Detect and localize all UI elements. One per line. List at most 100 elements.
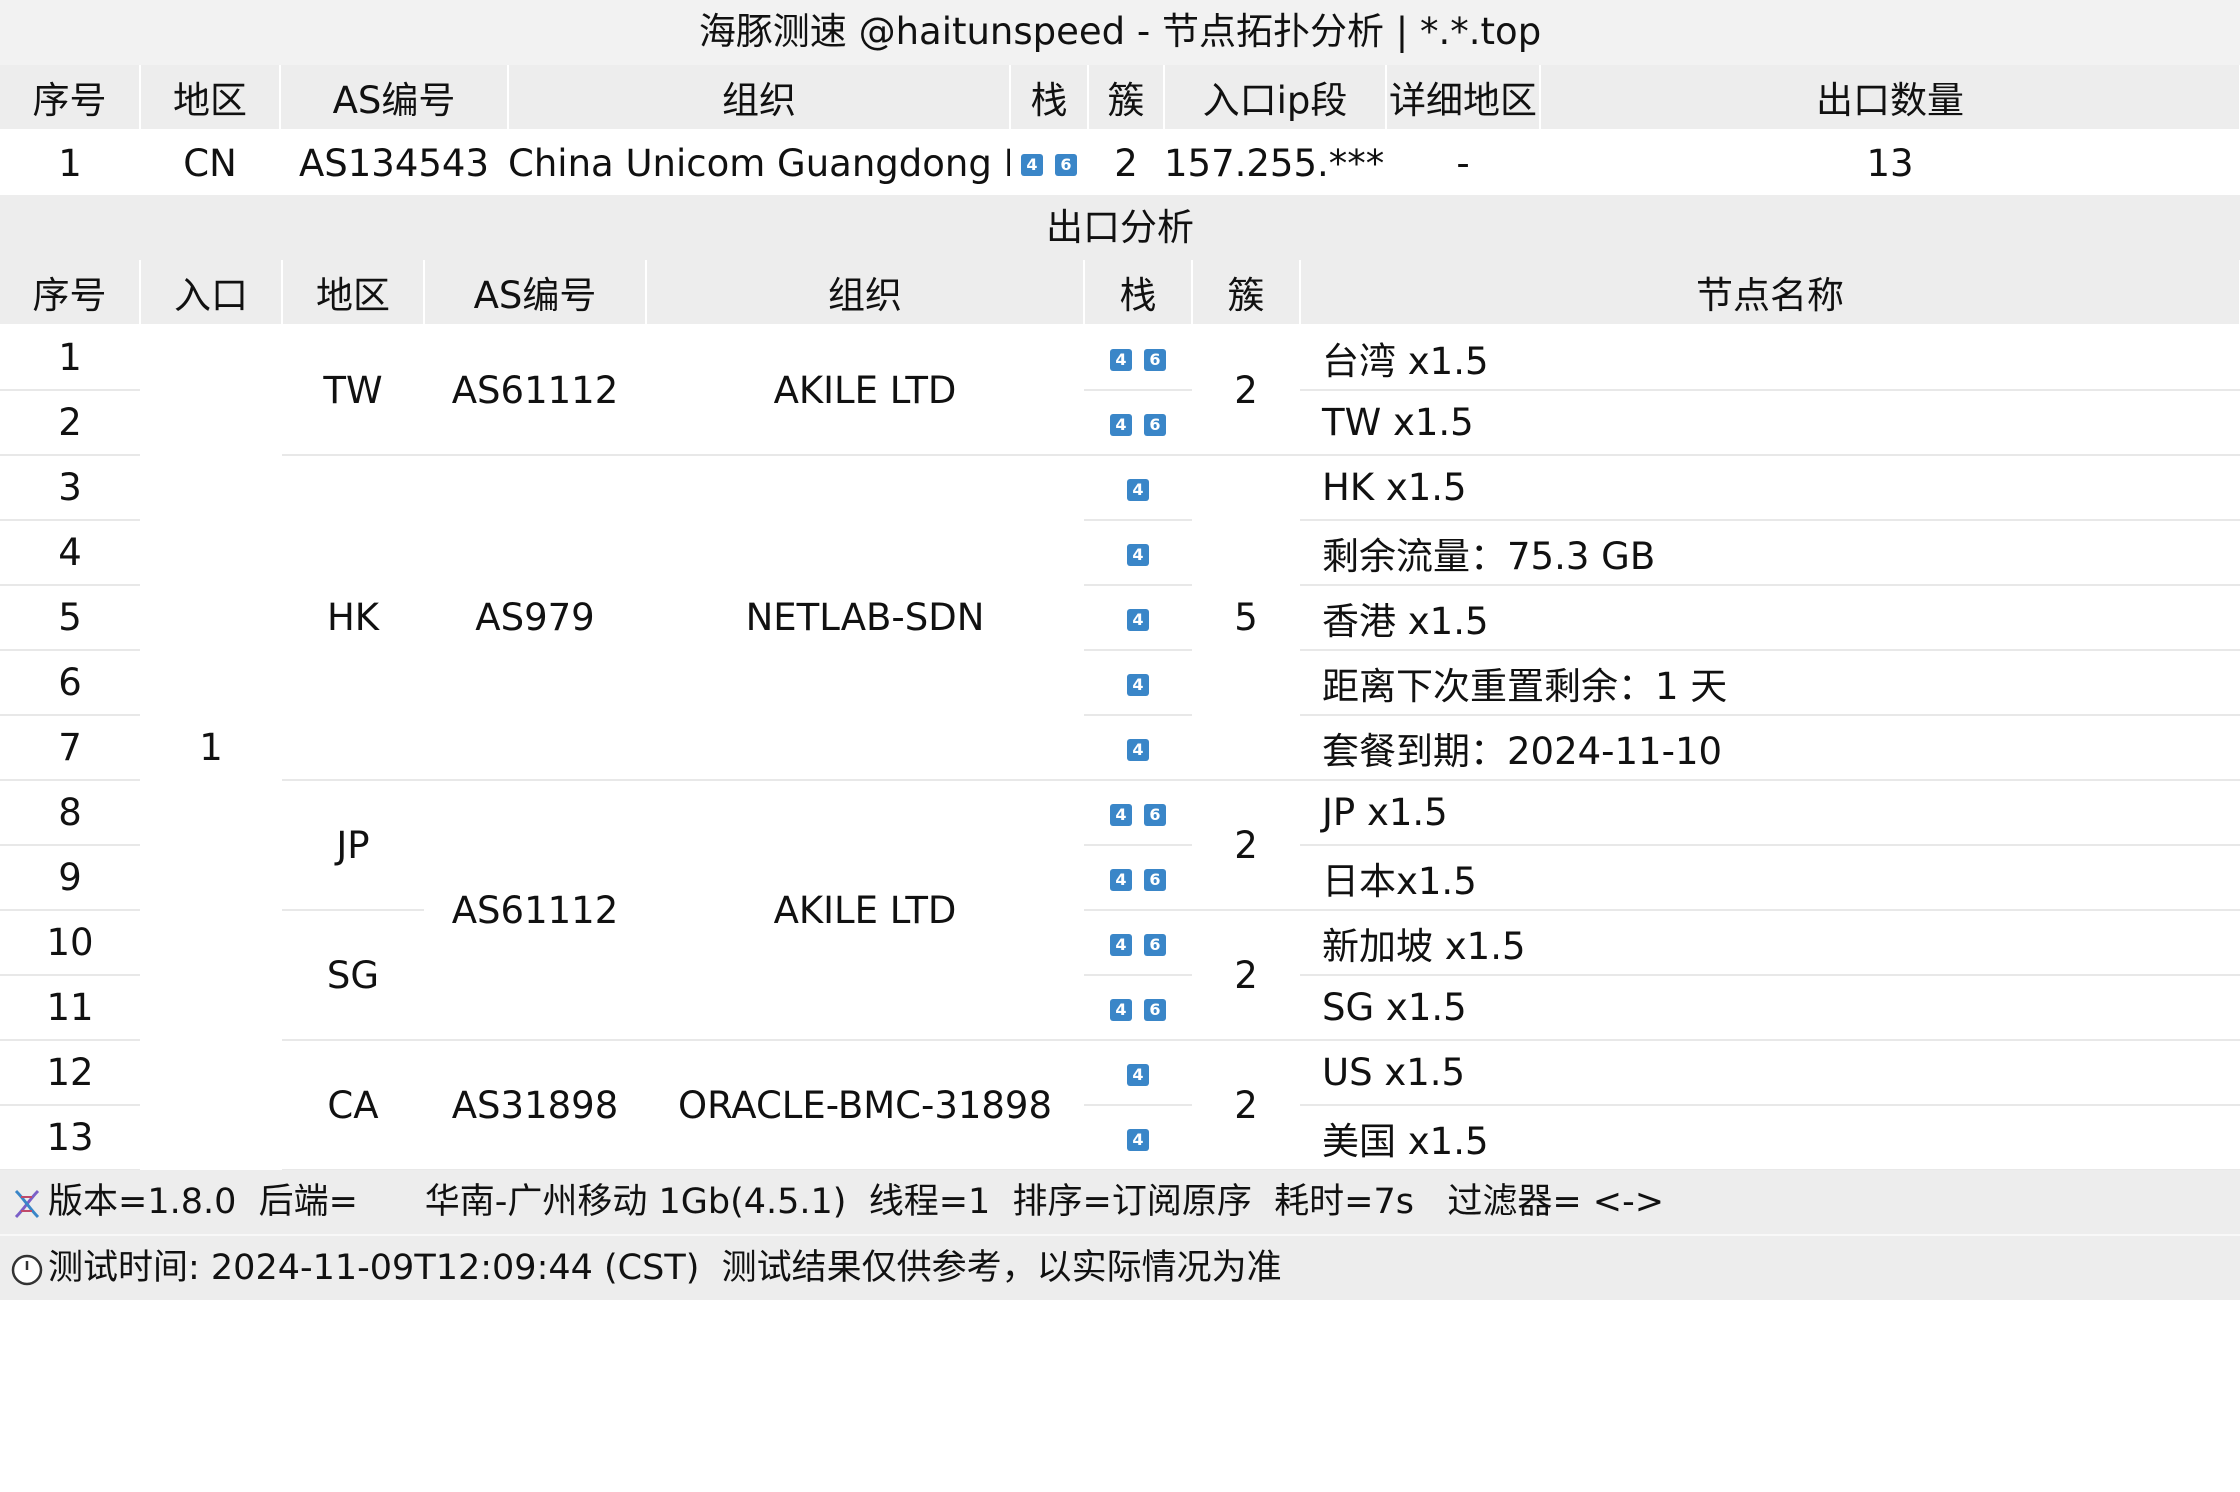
ipv4-badge: 4 bbox=[1110, 998, 1132, 1021]
ipv4-badge: 4 bbox=[1110, 803, 1132, 826]
col-org-header: 组织 bbox=[508, 65, 1011, 131]
exit-node-name: TW x1.5 bbox=[1300, 390, 2240, 456]
exit-cluster: 5 bbox=[1192, 455, 1300, 781]
ipv4-badge: 4 bbox=[1110, 933, 1132, 956]
exit-stack: 4 bbox=[1084, 520, 1192, 586]
table-row: 3 HK AS979 NETLAB-SDN 4 5 HK x1.5 bbox=[0, 455, 2240, 781]
col-region-header: 地区 bbox=[282, 260, 425, 326]
exit-node-name: 距离下次重置剩余：1 天 bbox=[1300, 650, 2240, 716]
exit-node-name: 香港 x1.5 bbox=[1300, 585, 2240, 651]
exit-stack: 4 bbox=[1084, 1040, 1192, 1106]
exit-stack: 4 bbox=[1084, 715, 1192, 781]
ipv4-badge: 4 bbox=[1110, 348, 1132, 371]
exit-index: 4 bbox=[0, 520, 140, 586]
exit-node-name: JP x1.5 bbox=[1300, 780, 2240, 846]
ipv4-badge: 4 bbox=[1127, 738, 1149, 761]
exit-org: AKILE LTD bbox=[646, 325, 1084, 456]
exit-org: NETLAB-SDN bbox=[646, 455, 1084, 781]
exit-stack: 4 bbox=[1084, 585, 1192, 651]
exit-as: AS61112 bbox=[424, 325, 646, 456]
test-time-bar: 测试时间: 2024-11-09T12:09:44 (CST) 测试结果仅供参考… bbox=[0, 1236, 2240, 1300]
ipv4-badge: 4 bbox=[1021, 154, 1043, 176]
exit-table: 序号 入口 地区 AS编号 组织 栈 簇 节点名称 1 1 TW AS61112 AKI… bbox=[0, 260, 2240, 1171]
exit-org: ORACLE-BMC-31898 bbox=[646, 1040, 1084, 1171]
exit-region: HK bbox=[282, 455, 424, 781]
col-stack-header: 栈 bbox=[1084, 260, 1193, 326]
dna-icon bbox=[14, 1189, 40, 1219]
entry-table: 序号 地区 AS编号 组织 栈 簇 入口ip段 详细地区 出口数量 1 CN A… bbox=[0, 65, 2240, 197]
exit-node-name: SG x1.5 bbox=[1300, 975, 2240, 1041]
table-row: 1 CN AS134543 China Unicom Guangdong IP … bbox=[0, 130, 2240, 197]
ipv6-badge: 6 bbox=[1144, 413, 1166, 436]
col-org-header: 组织 bbox=[646, 260, 1085, 326]
exit-stack: 46 bbox=[1084, 845, 1192, 911]
exit-index: 6 bbox=[0, 650, 140, 716]
table-row: 8 JP AS61112 AKILE LTD 4 6 2 JP x1.5 bbox=[0, 780, 2240, 1041]
entry-ip: 157.255.***.*** bbox=[1164, 130, 1386, 197]
exit-stack: 46 bbox=[1084, 780, 1192, 846]
ipv4-badge: 4 bbox=[1110, 413, 1132, 436]
col-as-header: AS编号 bbox=[280, 65, 509, 131]
exit-node-name: HK x1.5 bbox=[1300, 455, 2240, 521]
exit-region: TW bbox=[282, 325, 424, 456]
exit-region: JP bbox=[282, 780, 424, 911]
exit-node-name: US x1.5 bbox=[1300, 1040, 2240, 1106]
run-info-text: 版本=1.8.0 后端= 华南-广州移动 1Gb(4.5.1) 线程=1 排序=… bbox=[48, 1182, 1665, 1222]
ipv6-badge: 6 bbox=[1144, 933, 1166, 956]
exit-as: AS61112 bbox=[424, 780, 646, 1041]
ipv4-badge: 4 bbox=[1110, 868, 1132, 891]
ipv4-badge: 4 bbox=[1127, 673, 1149, 696]
exit-node-name: 台湾 x1.5 bbox=[1300, 325, 2240, 391]
exit-node-name: 套餐到期：2024-11-10 bbox=[1300, 715, 2240, 781]
col-count-header: 出口数量 bbox=[1540, 65, 2240, 131]
exit-index: 13 bbox=[0, 1105, 140, 1171]
exit-index: 8 bbox=[0, 780, 140, 846]
exit-index: 11 bbox=[0, 975, 140, 1041]
clock-icon bbox=[11, 1254, 43, 1286]
entry-detail: - bbox=[1386, 130, 1540, 197]
ipv4-badge: 4 bbox=[1127, 478, 1149, 501]
exit-stack: 46 bbox=[1084, 910, 1192, 976]
table-row: 12 CA AS31898 ORACLE-BMC-31898 4 2 US x1.5 bbox=[0, 1040, 2240, 1171]
exit-index: 3 bbox=[0, 455, 140, 521]
table-row: 10 SG 4 6 2 新加坡 x1.5 bbox=[0, 910, 2240, 1041]
test-time-text: 测试时间: 2024-11-09T12:09:44 (CST) 测试结果仅供参考… bbox=[48, 1248, 1282, 1288]
exit-cluster: 2 bbox=[1192, 1040, 1300, 1171]
entry-org: China Unicom Guangdong IP network bbox=[508, 130, 1010, 197]
topology-report: 海豚测速 @haitunspeed - 节点拓扑分析 | *.*.top 序号 … bbox=[0, 0, 2240, 1300]
exit-index: 10 bbox=[0, 910, 140, 976]
exit-stack: 46 bbox=[1084, 325, 1192, 391]
entry-count: 13 bbox=[1540, 130, 2240, 197]
exit-node-name: 剩余流量：75.3 GB bbox=[1300, 520, 2240, 586]
col-detail-header: 详细地区 bbox=[1386, 65, 1541, 131]
entry-region: CN bbox=[140, 130, 280, 197]
col-stack-header: 栈 bbox=[1010, 65, 1089, 131]
col-node-name-header: 节点名称 bbox=[1300, 260, 2240, 326]
exit-stack: 4 bbox=[1084, 1105, 1192, 1171]
col-as-header: AS编号 bbox=[424, 260, 647, 326]
exit-as: AS31898 bbox=[424, 1040, 646, 1171]
exit-section-title: 出口分析 bbox=[0, 195, 2240, 260]
ipv4-badge: 4 bbox=[1127, 1063, 1149, 1086]
exit-header-row: 序号 入口 地区 AS编号 组织 栈 簇 节点名称 bbox=[0, 260, 2240, 326]
col-cluster-header: 簇 bbox=[1192, 260, 1301, 326]
exit-index: 1 bbox=[0, 325, 140, 391]
exit-node-name: 日本x1.5 bbox=[1300, 845, 2240, 911]
col-index-header: 序号 bbox=[0, 260, 141, 326]
ipv6-badge: 6 bbox=[1144, 803, 1166, 826]
exit-as: AS979 bbox=[424, 455, 646, 781]
col-ip-header: 入口ip段 bbox=[1164, 65, 1387, 131]
ipv4-badge: 4 bbox=[1127, 543, 1149, 566]
exit-cluster: 2 bbox=[1192, 325, 1300, 456]
entry-header-row: 序号 地区 AS编号 组织 栈 簇 入口ip段 详细地区 出口数量 bbox=[0, 65, 2240, 131]
ipv4-badge: 4 bbox=[1127, 1128, 1149, 1151]
ipv6-badge: 6 bbox=[1144, 348, 1166, 371]
entry-index: 1 bbox=[0, 130, 140, 197]
ipv6-badge: 6 bbox=[1055, 154, 1077, 176]
col-cluster-header: 簇 bbox=[1088, 65, 1165, 131]
exit-index: 2 bbox=[0, 390, 140, 456]
exit-cluster: 2 bbox=[1192, 910, 1300, 1041]
exit-stack: 4 bbox=[1084, 455, 1192, 521]
entry-cluster: 2 bbox=[1088, 130, 1164, 197]
exit-org: AKILE LTD bbox=[646, 780, 1084, 1041]
